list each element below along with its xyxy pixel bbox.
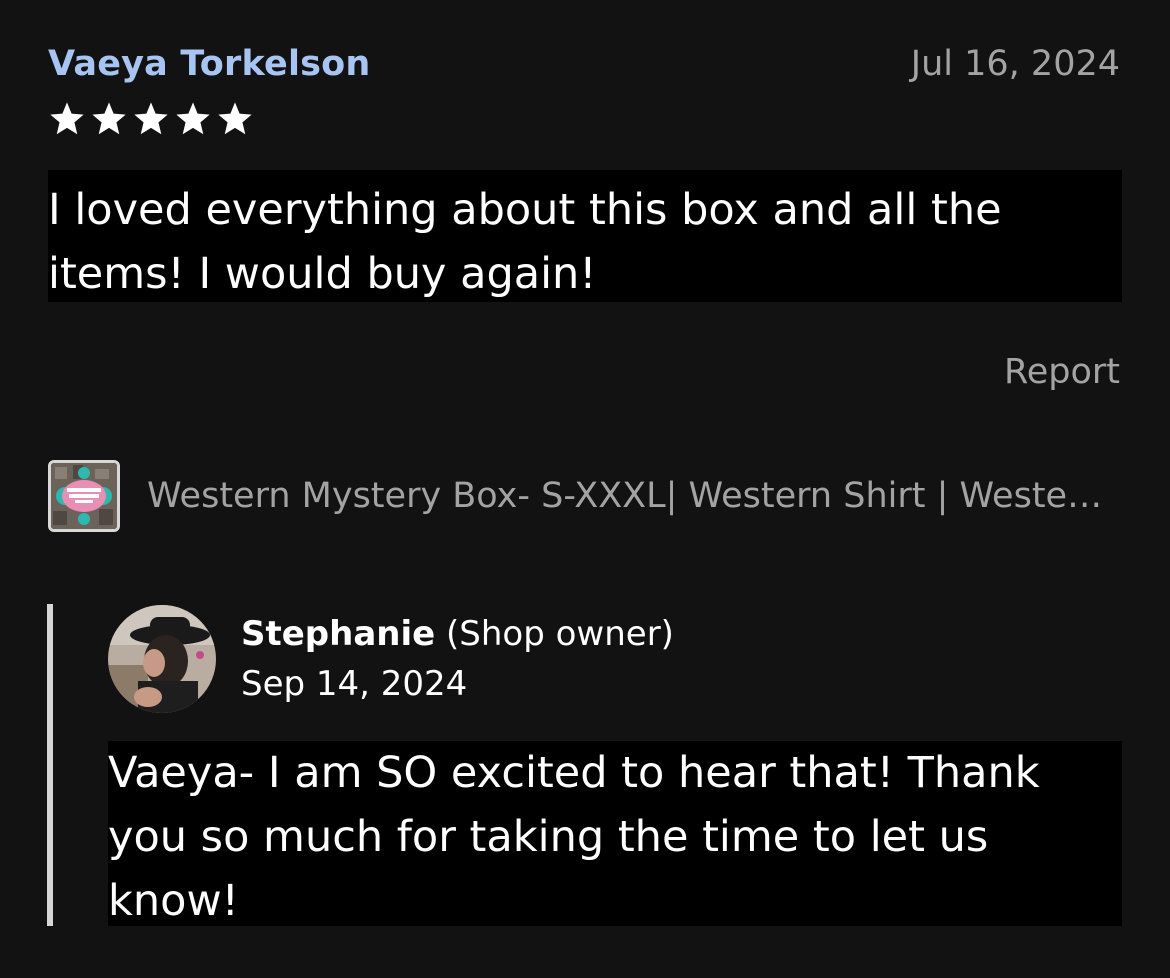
avatar[interactable]: [108, 605, 216, 713]
star-icon: [92, 102, 126, 135]
reviewer-name[interactable]: Vaeya Torkelson: [48, 42, 371, 86]
review-card: Vaeya Torkelson Jul 16, 2024 I loved eve…: [0, 0, 1170, 978]
star-icon: [50, 102, 84, 135]
report-link[interactable]: Report: [1004, 350, 1120, 394]
product-link[interactable]: Western Mystery Box- S-XXXL| Western Shi…: [48, 458, 1122, 534]
product-thumbnail[interactable]: [48, 460, 120, 532]
reply-text: Vaeya- I am SO excited to hear that! Tha…: [108, 741, 1122, 926]
avatar-image: [108, 605, 216, 713]
reply-date: Sep 14, 2024: [241, 664, 468, 704]
star-rating: [48, 100, 254, 138]
owner-identity: Stephanie (Shop owner): [241, 612, 674, 656]
star-icon: [218, 102, 252, 135]
owner-name: Stephanie: [241, 614, 436, 654]
product-thumbnail-image: [51, 463, 117, 529]
star-icon: [176, 102, 210, 135]
reply-divider: [47, 604, 53, 926]
owner-role: (Shop owner): [446, 614, 674, 654]
review-date: Jul 16, 2024: [910, 44, 1120, 84]
review-text: I loved everything about this box and al…: [48, 170, 1122, 302]
product-title[interactable]: Western Mystery Box- S-XXXL| Western Shi…: [147, 476, 1107, 516]
shop-owner-reply: Stephanie (Shop owner) Sep 14, 2024 Vaey…: [47, 604, 1122, 926]
star-icon: [134, 102, 168, 135]
